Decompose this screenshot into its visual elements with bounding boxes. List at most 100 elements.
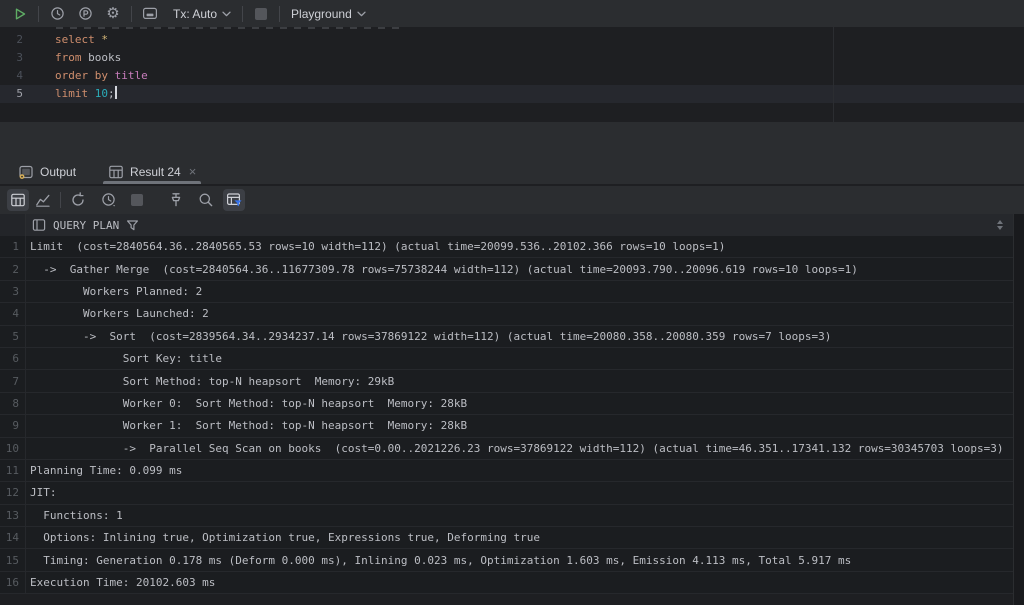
editor-line[interactable]: 2 select * <box>0 31 1024 49</box>
chart-view-button[interactable] <box>32 189 54 211</box>
clock-icon <box>50 6 65 21</box>
line-number: 3 <box>0 49 53 67</box>
tab-output[interactable]: Output <box>10 159 84 184</box>
find-button[interactable] <box>195 189 217 211</box>
row-number: 13 <box>0 505 26 526</box>
parameters-button[interactable] <box>74 3 96 25</box>
line-number: 4 <box>0 67 53 85</box>
plan-cell[interactable]: Planning Time: 0.099 ms <box>26 460 1013 481</box>
chevron-down-icon <box>222 11 231 17</box>
table-view-button[interactable] <box>7 189 29 211</box>
panel-background <box>0 122 1024 159</box>
execution-timer-button[interactable] <box>98 189 120 211</box>
plan-row[interactable]: 11Planning Time: 0.099 ms <box>0 460 1013 482</box>
output-console-icon <box>18 164 34 180</box>
toolbar-divider <box>60 192 61 208</box>
plan-cell[interactable]: Execution Time: 20102.603 ms <box>26 572 1013 593</box>
filter-columns-button[interactable] <box>223 189 245 211</box>
toolbar-divider <box>242 6 243 22</box>
result-grid: QUERY PLAN 1Limit (cost=2840564.36..2840… <box>0 214 1013 594</box>
plan-row[interactable]: 16Execution Time: 20102.603 ms <box>0 572 1013 594</box>
history-button[interactable] <box>46 3 68 25</box>
playground-dropdown[interactable]: Playground <box>287 7 370 21</box>
editor-line[interactable]: 4 order by title <box>0 67 1024 85</box>
plan-cell[interactable]: Functions: 1 <box>26 505 1013 526</box>
plan-cell[interactable]: JIT: <box>26 482 1013 503</box>
playground-label: Playground <box>291 7 352 21</box>
plan-row[interactable]: 6 Sort Key: title <box>0 348 1013 370</box>
plan-cell[interactable]: Sort Key: title <box>26 348 1013 369</box>
plan-row[interactable]: 12JIT: <box>0 482 1013 504</box>
table-filter-icon <box>226 192 243 208</box>
sql-star: * <box>101 33 108 46</box>
run-button[interactable] <box>9 3 31 25</box>
stop-button[interactable] <box>250 3 272 25</box>
clock-dropdown-icon <box>101 192 118 208</box>
plan-row[interactable]: 5 -> Sort (cost=2839564.34..2934237.14 r… <box>0 326 1013 348</box>
tx-mode-label: Tx: Auto <box>173 7 217 21</box>
plan-cell[interactable]: Timing: Generation 0.178 ms (Deform 0.00… <box>26 549 1013 570</box>
plan-cell[interactable]: -> Sort (cost=2839564.34..2934237.14 row… <box>26 326 1013 347</box>
plan-cell[interactable]: -> Parallel Seq Scan on books (cost=0.00… <box>26 438 1013 459</box>
plan-row[interactable]: 4 Workers Launched: 2 <box>0 303 1013 325</box>
plan-cell[interactable]: Workers Launched: 2 <box>26 303 1013 324</box>
column-header-query-plan[interactable]: QUERY PLAN <box>26 214 1013 236</box>
tab-result-24[interactable]: Result 24 × <box>100 159 204 184</box>
plan-cell[interactable]: Workers Planned: 2 <box>26 281 1013 302</box>
tab-output-label: Output <box>40 165 76 179</box>
plan-row[interactable]: 15 Timing: Generation 0.178 ms (Deform 0… <box>0 549 1013 571</box>
circled-p-icon <box>78 6 93 21</box>
stop-result-button[interactable] <box>126 189 148 211</box>
grid-scrollbar-track[interactable] <box>1013 214 1024 605</box>
plan-cell[interactable]: Sort Method: top-N heapsort Memory: 29kB <box>26 370 1013 391</box>
database-ide-window: ⚙ Tx: Auto Playground <box>0 0 1024 605</box>
grid-corner-cell[interactable] <box>0 214 26 236</box>
plan-cell[interactable]: Options: Inlining true, Optimization tru… <box>26 527 1013 548</box>
row-number: 5 <box>0 326 26 347</box>
plan-row[interactable]: 10 -> Parallel Seq Scan on books (cost=0… <box>0 438 1013 460</box>
refresh-button[interactable] <box>67 189 89 211</box>
row-number: 2 <box>0 258 26 279</box>
tab-result-label: Result 24 <box>130 165 181 179</box>
row-number: 9 <box>0 415 26 436</box>
in-editor-results-toggle[interactable] <box>139 3 161 25</box>
sort-icon[interactable] <box>997 220 1003 230</box>
column-icon <box>32 218 46 232</box>
sql-editor[interactable]: 2 select * 3 from books 4 order by title… <box>0 27 1024 122</box>
plan-cell[interactable]: Worker 0: Sort Method: top-N heapsort Me… <box>26 393 1013 414</box>
plan-row[interactable]: 3 Workers Planned: 2 <box>0 281 1013 303</box>
play-icon <box>13 7 27 21</box>
tx-mode-dropdown[interactable]: Tx: Auto <box>169 7 235 21</box>
plan-row[interactable]: 8 Worker 0: Sort Method: top-N heapsort … <box>0 393 1013 415</box>
toolbar-divider <box>38 6 39 22</box>
line-number: 5 <box>0 85 53 103</box>
plan-row[interactable]: 14 Options: Inlining true, Optimization … <box>0 527 1013 549</box>
toolbar-divider <box>279 6 280 22</box>
plan-row[interactable]: 9 Worker 1: Sort Method: top-N heapsort … <box>0 415 1013 437</box>
table-view-icon <box>10 192 26 208</box>
pin-tab-button[interactable] <box>165 189 187 211</box>
plan-row[interactable]: 2 -> Gather Merge (cost=2840564.36..1167… <box>0 258 1013 280</box>
chart-icon <box>35 192 51 208</box>
row-number: 15 <box>0 549 26 570</box>
plan-cell[interactable]: Limit (cost=2840564.36..2840565.53 rows=… <box>26 236 1013 257</box>
settings-button[interactable]: ⚙ <box>102 3 124 25</box>
row-number: 3 <box>0 281 26 302</box>
plan-row[interactable]: 7 Sort Method: top-N heapsort Memory: 29… <box>0 370 1013 392</box>
plan-row[interactable]: 13 Functions: 1 <box>0 505 1013 527</box>
editor-line-active[interactable]: 5 limit 10; <box>0 85 1024 103</box>
editor-line[interactable]: 3 from books <box>0 49 1024 67</box>
result-tab-bar: Output Result 24 × <box>0 159 1024 185</box>
row-number: 11 <box>0 460 26 481</box>
close-icon[interactable]: × <box>189 165 197 178</box>
gear-icon: ⚙ <box>106 6 119 21</box>
table-icon <box>108 164 124 180</box>
stop-icon <box>131 194 143 206</box>
row-number: 12 <box>0 482 26 503</box>
plan-row[interactable]: 1Limit (cost=2840564.36..2840565.53 rows… <box>0 236 1013 258</box>
plan-cell[interactable]: Worker 1: Sort Method: top-N heapsort Me… <box>26 415 1013 436</box>
filter-funnel-icon[interactable] <box>126 219 139 232</box>
sql-keyword: from <box>55 51 88 64</box>
sql-semicolon: ; <box>108 87 115 100</box>
plan-cell[interactable]: -> Gather Merge (cost=2840564.36..116773… <box>26 258 1013 279</box>
